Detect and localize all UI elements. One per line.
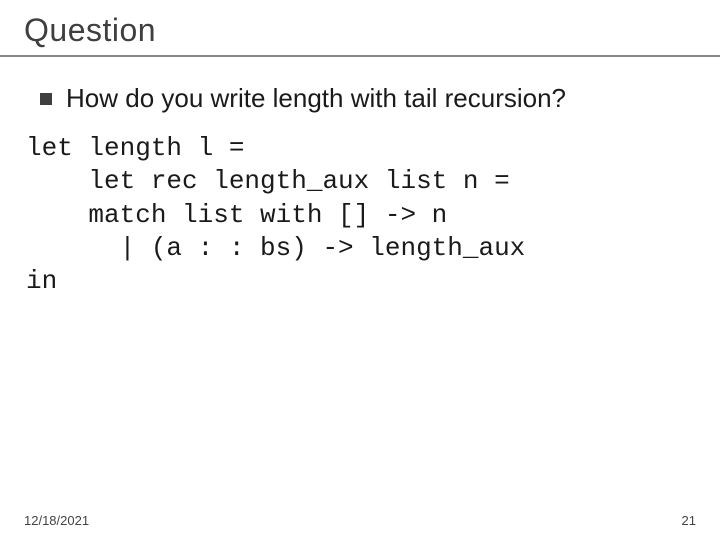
footer-page-number: 21 xyxy=(682,513,696,528)
slide-title: Question xyxy=(24,12,696,49)
square-bullet-icon xyxy=(40,93,52,105)
code-block: let length l = let rec length_aux list n… xyxy=(26,132,696,298)
slide: Question How do you write length with ta… xyxy=(0,0,720,540)
bullet-text: How do you write length with tail recurs… xyxy=(66,83,566,114)
title-rule xyxy=(0,55,720,57)
bullet-item: How do you write length with tail recurs… xyxy=(40,83,696,114)
slide-body: How do you write length with tail recurs… xyxy=(24,83,696,298)
slide-footer: 12/18/2021 21 xyxy=(24,513,696,528)
code-line: match list with [] -> n xyxy=(26,200,447,230)
code-line: let length l = xyxy=(26,133,244,163)
code-line: in xyxy=(26,266,57,296)
code-line: let rec length_aux list n = xyxy=(26,166,510,196)
code-line: | (a : : bs) -> length_aux xyxy=(26,233,525,263)
footer-date: 12/18/2021 xyxy=(24,513,89,528)
